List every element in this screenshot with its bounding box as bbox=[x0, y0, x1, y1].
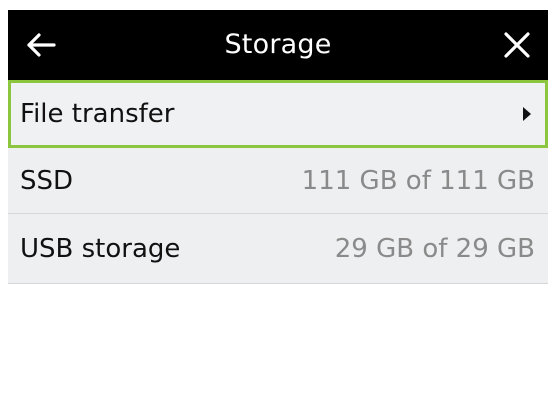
close-button[interactable] bbox=[500, 28, 534, 62]
list-item-label: USB storage bbox=[20, 233, 181, 264]
list-item-usb-storage[interactable]: USB storage 29 GB of 29 GB bbox=[8, 214, 548, 284]
close-icon bbox=[504, 32, 530, 58]
list-item-label: SSD bbox=[20, 165, 74, 196]
chevron-right-icon bbox=[523, 107, 531, 121]
list-item-value: 111 GB of 111 GB bbox=[301, 165, 535, 196]
header-bar: Storage bbox=[8, 10, 548, 80]
page-title: Storage bbox=[224, 29, 332, 60]
list-item-file-transfer[interactable]: File transfer bbox=[8, 80, 548, 148]
list-item-ssd[interactable]: SSD 111 GB of 111 GB bbox=[8, 148, 548, 214]
storage-screen: Storage File transfer SSD 111 GB of 111 … bbox=[0, 0, 548, 415]
list-item-label: File transfer bbox=[20, 99, 175, 129]
storage-list: File transfer SSD 111 GB of 111 GB USB s… bbox=[8, 80, 548, 284]
list-item-value: 29 GB of 29 GB bbox=[334, 233, 535, 264]
